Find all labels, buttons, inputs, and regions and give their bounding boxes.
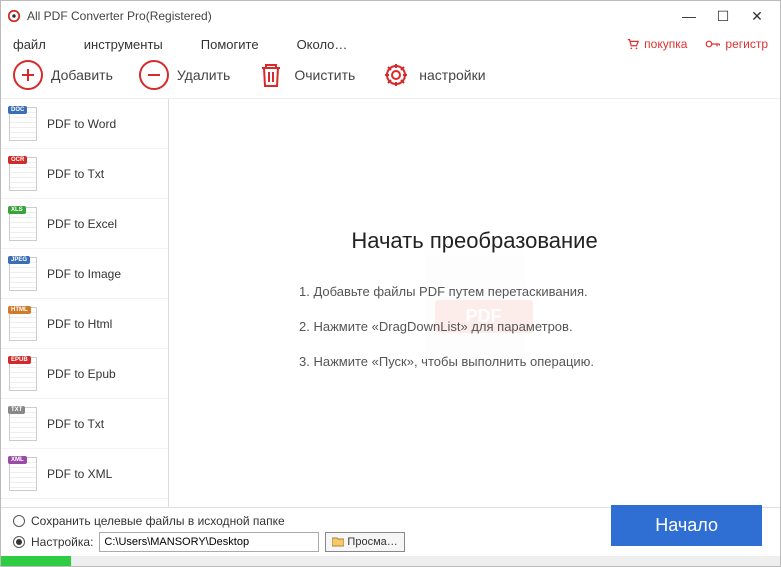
- menu-help[interactable]: Помогите: [201, 37, 259, 52]
- app-icon: [7, 9, 21, 23]
- sidebar-item-label: PDF to Word: [47, 117, 116, 131]
- sidebar-item[interactable]: XLS PDF to Excel: [1, 199, 168, 249]
- key-icon: [705, 37, 721, 51]
- footer: Сохранить целевые файлы в исходной папке…: [1, 507, 780, 566]
- sidebar-item-label: PDF to Epub: [47, 367, 116, 381]
- progress-bar: [1, 556, 780, 566]
- buy-link[interactable]: покупка: [626, 37, 687, 51]
- sidebar-item-label: PDF to XML: [47, 467, 112, 481]
- format-thumb: JPEG: [9, 257, 37, 291]
- cart-icon: [626, 37, 640, 51]
- clear-label: Очистить: [294, 67, 355, 83]
- format-badge: EPUB: [8, 356, 31, 364]
- plus-icon: [13, 60, 43, 90]
- format-badge: JPEG: [8, 256, 30, 264]
- main-panel[interactable]: PDF Начать преобразование 1. Добавьте фа…: [169, 99, 780, 507]
- sidebar-item-label: PDF to Txt: [47, 167, 104, 181]
- format-badge: XML: [8, 456, 27, 464]
- format-badge: XLS: [8, 206, 26, 214]
- format-thumb: XML: [9, 457, 37, 491]
- browse-label: Просма…: [347, 536, 397, 548]
- maximize-button[interactable]: ☐: [706, 8, 740, 25]
- delete-button[interactable]: Удалить: [139, 60, 230, 90]
- folder-icon: [332, 537, 344, 547]
- custom-path-label: Настройка:: [31, 535, 93, 549]
- trash-icon: [256, 60, 286, 90]
- step-2: 2. Нажмите «DragDownList» для параметров…: [299, 319, 573, 334]
- delete-label: Удалить: [177, 67, 230, 83]
- menu-file[interactable]: файл: [13, 37, 46, 52]
- sidebar-item-label: PDF to Html: [47, 317, 112, 331]
- clear-button[interactable]: Очистить: [256, 60, 355, 90]
- sidebar-item[interactable]: JPEG PDF to Image: [1, 249, 168, 299]
- radio-unchecked-icon[interactable]: [13, 515, 25, 527]
- title-bar: All PDF Converter Pro(Registered) — ☐ ✕: [1, 1, 780, 31]
- minimize-button[interactable]: —: [672, 8, 706, 24]
- toolbar: Добавить Удалить Очистить настройки: [1, 57, 780, 99]
- sidebar-item[interactable]: TXT PDF to Txt: [1, 399, 168, 449]
- start-button[interactable]: Начало: [611, 505, 762, 546]
- sidebar-item[interactable]: XML PDF to XML: [1, 449, 168, 499]
- sidebar-item[interactable]: HTML PDF to Html: [1, 299, 168, 349]
- gear-icon: [381, 60, 411, 90]
- main-heading: Начать преобразование: [351, 228, 597, 254]
- format-badge: OCR: [8, 156, 27, 164]
- format-thumb: HTML: [9, 307, 37, 341]
- register-link[interactable]: регистр: [705, 37, 768, 51]
- save-source-label: Сохранить целевые файлы в исходной папке: [31, 514, 285, 528]
- sidebar-item-label: PDF to Excel: [47, 217, 117, 231]
- start-label: Начало: [655, 515, 718, 535]
- format-thumb: OCR: [9, 157, 37, 191]
- format-thumb: EPUB: [9, 357, 37, 391]
- format-badge: TXT: [8, 406, 25, 414]
- add-button[interactable]: Добавить: [13, 60, 113, 90]
- format-thumb: DOC: [9, 107, 37, 141]
- menu-tools[interactable]: инструменты: [84, 37, 163, 52]
- minus-icon: [139, 60, 169, 90]
- add-label: Добавить: [51, 67, 113, 83]
- sidebar-item-label: PDF to Txt: [47, 417, 104, 431]
- progress-fill: [1, 556, 71, 566]
- pdf-watermark: PDF: [425, 243, 525, 363]
- menu-bar: файл инструменты Помогите Около… покупка…: [1, 31, 780, 57]
- step-1: 1. Добавьте файлы PDF путем перетаскиван…: [299, 284, 588, 299]
- step-3: 3. Нажмите «Пуск», чтобы выполнить опера…: [299, 354, 594, 369]
- register-label: регистр: [725, 37, 768, 51]
- close-button[interactable]: ✕: [740, 8, 774, 25]
- sidebar-item[interactable]: DOC PDF to Word: [1, 99, 168, 149]
- buy-label: покупка: [644, 37, 687, 51]
- settings-label: настройки: [419, 67, 485, 83]
- browse-button[interactable]: Просма…: [325, 532, 404, 552]
- window-title: All PDF Converter Pro(Registered): [27, 9, 672, 23]
- path-input[interactable]: [99, 532, 319, 552]
- format-thumb: TXT: [9, 407, 37, 441]
- menu-about[interactable]: Около…: [297, 37, 348, 52]
- format-badge: DOC: [8, 106, 27, 114]
- settings-button[interactable]: настройки: [381, 60, 485, 90]
- sidebar[interactable]: DOC PDF to Word OCR PDF to Txt XLS PDF to Exc…: [1, 99, 169, 507]
- workspace: DOC PDF to Word OCR PDF to Txt XLS PDF to Exc…: [1, 99, 780, 507]
- sidebar-item[interactable]: EPUB PDF to Epub: [1, 349, 168, 399]
- format-thumb: XLS: [9, 207, 37, 241]
- sidebar-item-label: PDF to Image: [47, 267, 121, 281]
- format-badge: HTML: [8, 306, 31, 314]
- sidebar-item[interactable]: OCR PDF to Txt: [1, 149, 168, 199]
- radio-checked-icon[interactable]: [13, 536, 25, 548]
